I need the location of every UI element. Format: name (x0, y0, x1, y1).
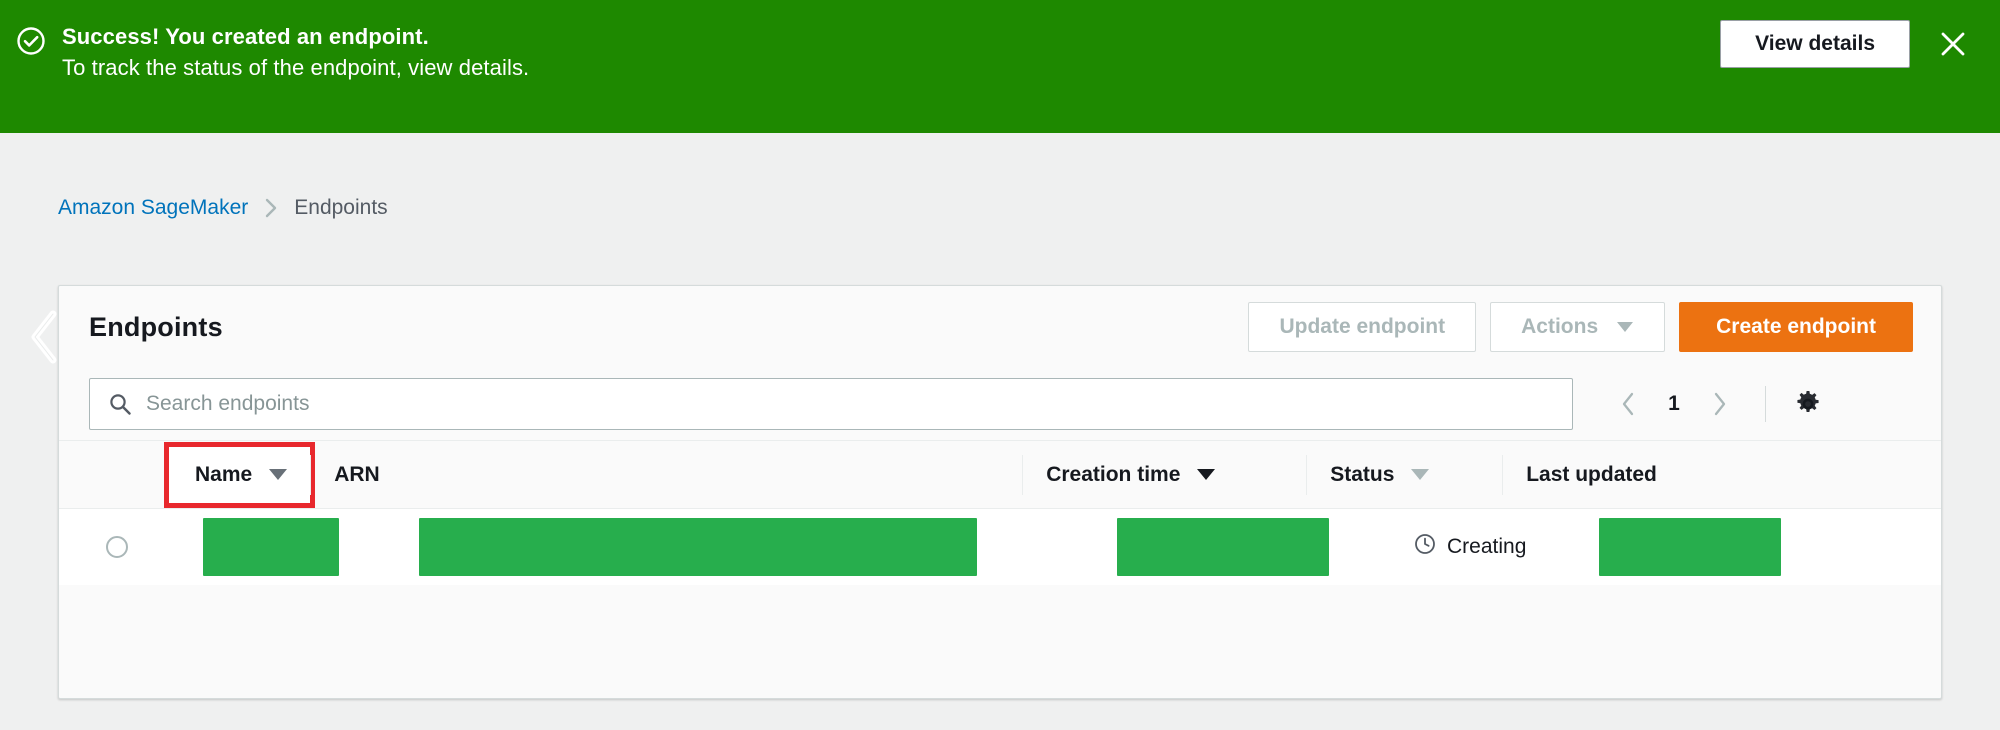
pagination: 1 (1609, 384, 1828, 424)
update-endpoint-button[interactable]: Update endpoint (1248, 302, 1477, 352)
search-box[interactable] (89, 378, 1573, 430)
column-header-status[interactable]: Status (1306, 441, 1502, 509)
column-header-status-label: Status (1330, 462, 1395, 486)
clock-icon (1413, 532, 1437, 562)
status-label: Creating (1447, 535, 1527, 558)
breadcrumb-item-sagemaker[interactable]: Amazon SageMaker (58, 195, 248, 221)
column-header-arn-label: ARN (334, 462, 380, 486)
pagination-page-1[interactable]: 1 (1659, 392, 1689, 416)
flash-title: Success! You created an endpoint. (62, 24, 429, 49)
chevron-right-icon (262, 197, 280, 219)
chevron-left-icon[interactable] (23, 304, 69, 370)
row-arn-cell (365, 509, 1077, 585)
row-radio-button[interactable] (106, 536, 128, 558)
table-row[interactable]: Creating (59, 509, 1941, 585)
page-title: Endpoints (89, 311, 223, 342)
sort-descending-icon (1410, 468, 1430, 481)
column-header-last-updated-label: Last updated (1526, 462, 1657, 486)
redaction-block (419, 518, 977, 576)
endpoints-panel: Endpoints Update endpoint Actions Create… (31, 285, 1942, 699)
close-icon[interactable] (1936, 20, 1970, 68)
flash-actions: View details (1720, 20, 2000, 68)
breadcrumb: Amazon SageMaker Endpoints (58, 195, 388, 221)
search-icon (108, 392, 132, 416)
actions-dropdown-button[interactable]: Actions (1490, 302, 1666, 352)
table-filter-row: 1 (59, 368, 1941, 440)
column-header-last-updated[interactable]: Last updated (1502, 441, 1886, 509)
redaction-block (203, 518, 339, 576)
pagination-prev-icon[interactable] (1609, 384, 1649, 424)
row-creation-time-cell (1077, 509, 1361, 585)
table-header-row: Name ARN Creation time Status Last updat… (59, 441, 1941, 509)
success-flash-banner: Success! You created an endpoint. To tra… (0, 0, 2000, 133)
row-select-cell (59, 509, 151, 585)
search-input[interactable] (132, 380, 1572, 428)
panel-header-actions: Update endpoint Actions Create endpoint (1248, 302, 1913, 352)
endpoints-table: Name ARN Creation time Status Last updat… (59, 440, 1941, 585)
chevron-down-icon (1616, 303, 1634, 351)
row-name-cell (151, 509, 365, 585)
row-last-updated-cell (1557, 509, 1941, 585)
check-circle-icon (16, 26, 46, 56)
actions-label: Actions (1521, 315, 1599, 338)
sort-descending-icon (268, 468, 288, 481)
flash-message: Success! You created an endpoint. To tra… (62, 22, 1720, 84)
pagination-next-icon[interactable] (1699, 384, 1739, 424)
redaction-block (1117, 518, 1329, 576)
column-header-name[interactable]: Name (163, 441, 316, 508)
redaction-block (1599, 518, 1781, 576)
view-details-button[interactable]: View details (1720, 20, 1910, 68)
row-status-cell: Creating (1361, 509, 1557, 585)
column-header-creation-time[interactable]: Creation time (1022, 441, 1306, 509)
sort-descending-icon (1196, 468, 1216, 481)
flash-subtitle: To track the status of the endpoint, vie… (62, 55, 530, 80)
panel-header: Endpoints Update endpoint Actions Create… (59, 286, 1941, 368)
breadcrumb-item-endpoints: Endpoints (294, 196, 388, 219)
gear-icon[interactable] (1788, 384, 1828, 424)
column-header-arn[interactable]: ARN (310, 441, 1022, 509)
status-badge: Creating (1385, 532, 1526, 562)
create-endpoint-button[interactable]: Create endpoint (1679, 302, 1913, 352)
column-header-name-label: Name (195, 462, 253, 486)
column-header-creation-time-label: Creation time (1046, 462, 1181, 486)
pagination-divider (1765, 386, 1766, 422)
